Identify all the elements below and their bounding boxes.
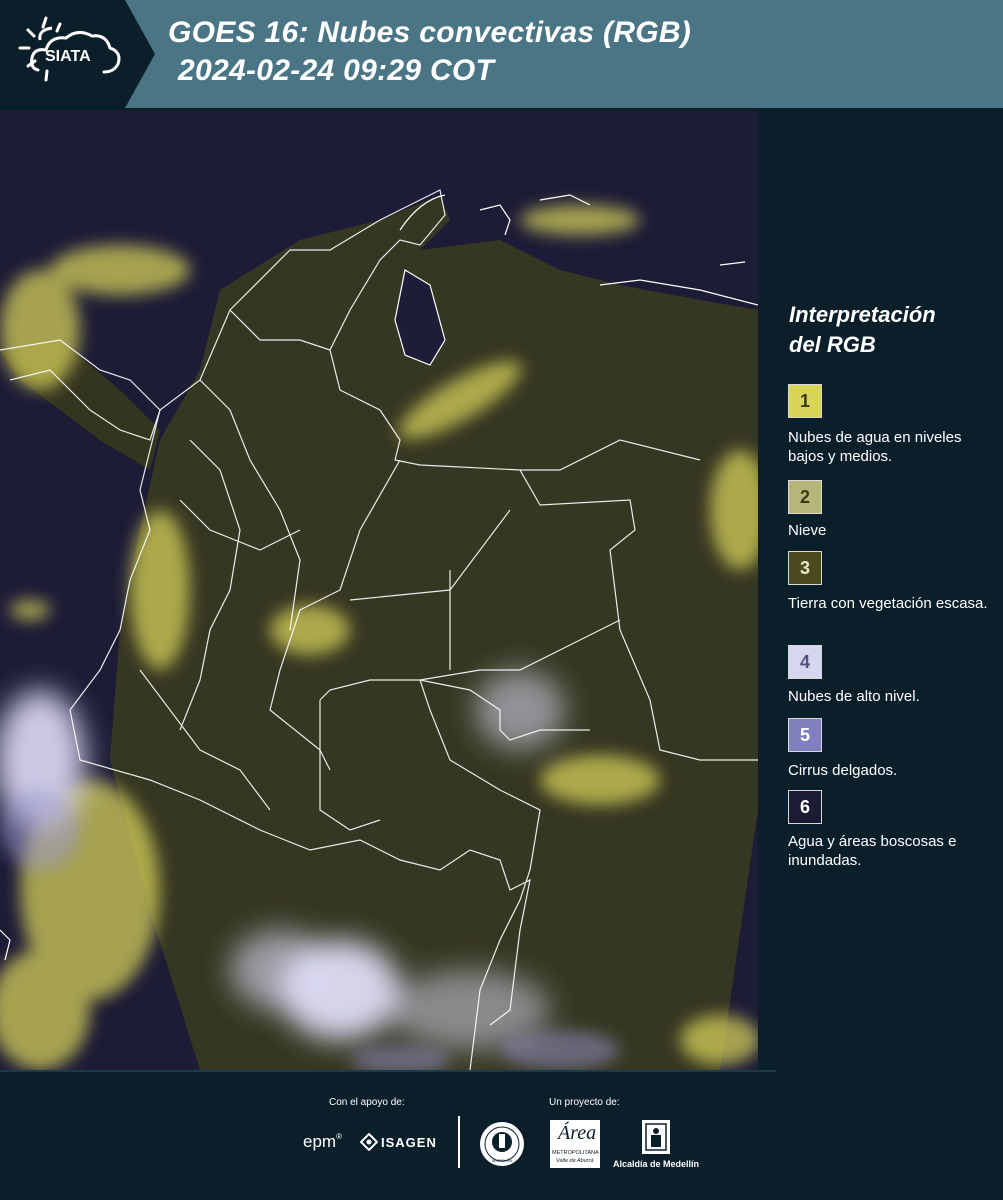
legend-number-3: 3 — [799, 557, 810, 578]
area-metropolitana-logo: Área METROPOLITANA Valle de Aburrá — [550, 1120, 600, 1168]
legend-number-4: 4 — [799, 651, 810, 672]
footer-vertical-divider — [458, 1116, 460, 1168]
legend-swatch-3: 3 — [788, 551, 822, 585]
isagen-icon — [360, 1133, 378, 1151]
legend-label-2: Nieve — [788, 522, 827, 539]
legend-title: Interpretación del RGB — [789, 300, 936, 360]
logo-panel: SIATA — [0, 0, 155, 108]
footer-divider-line — [0, 1070, 776, 1072]
legend-swatch-6: 6 — [788, 790, 822, 824]
footer: Con el apoyo de: Un proyecto de: epm® IS… — [0, 1070, 1003, 1200]
legend-number-2: 2 — [799, 486, 810, 507]
legend-label-5: Cirrus delgados. — [788, 762, 898, 779]
legend-label-6: Agua y áreas boscosas e inundadas. — [788, 833, 957, 869]
project-caption: Un proyecto de: — [549, 1097, 620, 1108]
seal-text: MEDELLÍN — [492, 1158, 512, 1163]
title-line-1: GOES 16: Nubes convectivas (RGB) — [168, 16, 692, 49]
alcaldia-crest-icon — [642, 1120, 670, 1154]
epm-logo: epm® — [303, 1132, 342, 1151]
medellin-seal-icon: MEDELLÍN — [480, 1122, 524, 1166]
legend-title-line-1: Interpretación — [789, 302, 936, 327]
page-title: GOES 16: Nubes convectivas (RGB) 2024-02… — [168, 14, 691, 90]
legend-title-line-2: del RGB — [789, 332, 876, 357]
legend-label-3: Tierra con vegetación escasa. — [788, 595, 988, 612]
legend-number-1: 1 — [799, 390, 810, 411]
legend-panel: Interpretación del RGB 1 Nubes de agua e… — [760, 110, 1003, 1070]
epm-logo-text: epm — [303, 1132, 337, 1151]
header: SIATA GOES 16: Nubes convectivas (RGB) 2… — [0, 0, 1003, 108]
satellite-map-svg — [0, 110, 758, 1070]
logo-text: SIATA — [45, 48, 91, 65]
area-logo-sub2: Valle de Aburrá — [556, 1158, 594, 1164]
alcaldia-label: Alcaldía de Medellín — [613, 1159, 700, 1169]
legend-swatch-5: 5 — [788, 718, 822, 752]
area-logo-sub1: METROPOLITANA — [552, 1150, 599, 1156]
legend-number-6: 6 — [799, 796, 810, 817]
legend-label-1: Nubes de agua en niveles bajos y medios. — [788, 429, 962, 465]
area-logo-text: Área — [558, 1122, 597, 1144]
legend-swatch-1: 1 — [788, 384, 822, 418]
legend-swatch-2: 2 — [788, 480, 822, 514]
support-caption: Con el apoyo de: — [329, 1097, 405, 1108]
isagen-logo: ISAGEN — [381, 1135, 437, 1150]
legend-label-4: Nubes de alto nivel. — [788, 688, 920, 705]
legend-number-5: 5 — [799, 724, 810, 745]
satellite-image — [0, 110, 758, 1070]
siata-logo: SIATA — [18, 16, 121, 82]
legend-swatch-4: 4 — [788, 645, 822, 679]
title-line-2: 2024-02-24 09:29 COT — [178, 54, 495, 87]
